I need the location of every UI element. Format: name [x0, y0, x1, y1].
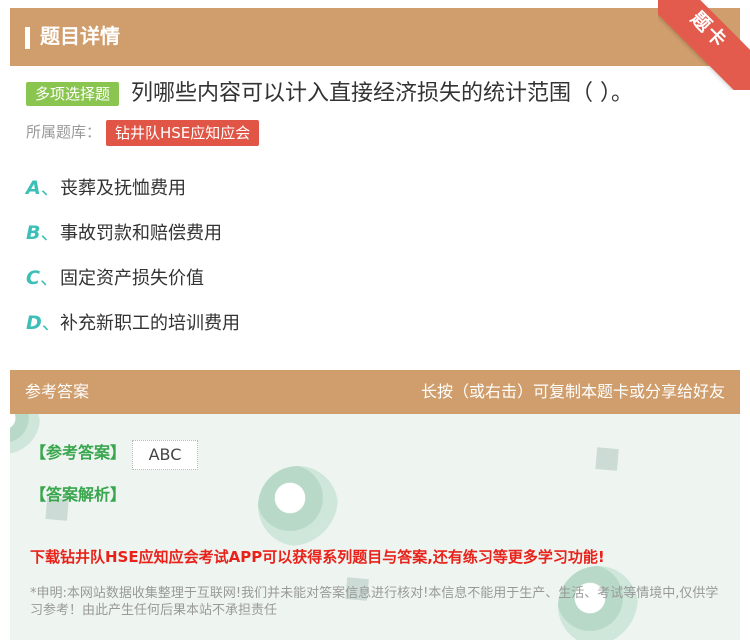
reference-answer-value: ABC [132, 440, 198, 470]
option-letter: A、 [26, 177, 60, 199]
option-text: 丧葬及抚恤费用 [60, 178, 186, 199]
question-type-badge: 多项选择题 [26, 82, 120, 106]
option-text: 事故罚款和赔偿费用 [60, 223, 222, 244]
option-text: 补充新职工的培训费用 [60, 313, 240, 334]
option-letter: C、 [26, 267, 59, 289]
app-download-promo[interactable]: 下载钻井队HSE应知应会考试APP可以获得系列题目与答案,还有练习等更多学习功能… [30, 546, 605, 568]
answer-section-body: ◆ ◆ ◆ 【参考答案】 ABC 【答案解析】 下载钻井队HSE应知应会考试AP… [10, 414, 740, 640]
header-accent-bar [25, 27, 30, 49]
option-letter: D、 [26, 312, 61, 334]
option-a[interactable]: A、丧葬及抚恤费用 [26, 175, 186, 201]
disclaimer-text: *申明:本网站数据收集整理于互联网!我们并未能对答案信息进行核对!本信息不能用于… [30, 586, 719, 618]
page-title: 题目详情 [40, 24, 120, 48]
option-text: 固定资产损失价值 [60, 268, 204, 289]
question-bank-label: 所属题库： [26, 123, 102, 141]
option-b[interactable]: B、事故罚款和赔偿费用 [26, 220, 222, 246]
question-card-ribbon: 题卡 [658, 0, 750, 90]
option-c[interactable]: C、固定资产损失价值 [26, 265, 204, 291]
answer-section-header: 参考答案 长按（或右击）可复制本题卡或分享给好友 [10, 370, 740, 414]
question-detail-header: 题目详情 [10, 8, 740, 66]
question-text: 列哪些内容可以计入直接经济损失的统计范围（ ）。 [131, 81, 633, 106]
option-d[interactable]: D、补充新职工的培训费用 [26, 310, 240, 336]
watermark-glyph: ◆ [578, 429, 632, 485]
reference-answer-label: 【参考答案】 [30, 443, 127, 462]
answer-section-title: 参考答案 [25, 382, 90, 401]
answer-analysis-label: 【答案解析】 [30, 485, 127, 504]
watermark-logo-icon [258, 466, 338, 546]
question-bank-tag[interactable]: 钻井队HSE应知应会 [106, 120, 260, 146]
option-letter: B、 [26, 222, 60, 244]
share-hint: 长按（或右击）可复制本题卡或分享给好友 [420, 382, 725, 401]
